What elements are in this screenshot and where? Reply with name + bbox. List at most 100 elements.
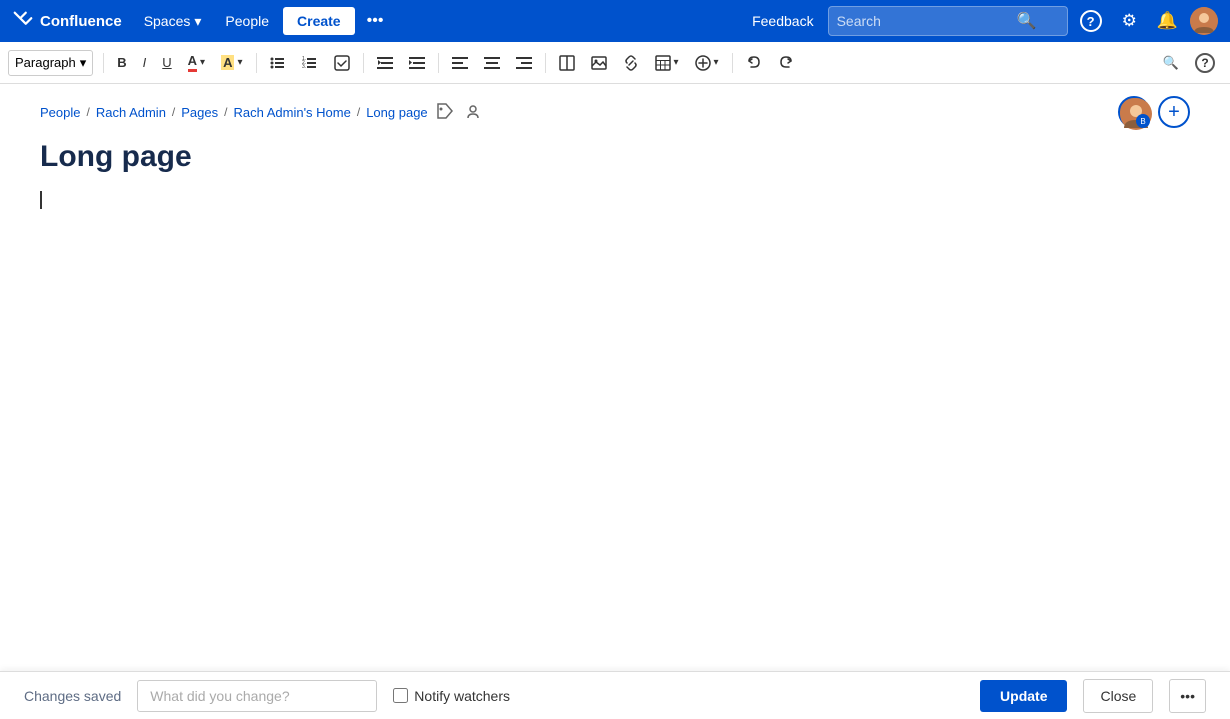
search-icon: 🔍: [1017, 11, 1037, 31]
underline-button[interactable]: U: [155, 50, 178, 75]
text-color-button[interactable]: A ▾: [181, 48, 212, 77]
table-icon: [655, 55, 671, 71]
add-collaborator-button[interactable]: +: [1158, 96, 1190, 128]
breadcrumb-sep-3: /: [224, 105, 227, 119]
svg-text:3.: 3.: [302, 64, 306, 70]
redo-button[interactable]: [771, 50, 801, 76]
editor-toolbar: Paragraph ▾ B I U A ▾ A ▾ 1. 2.: [0, 42, 1230, 84]
breadcrumb-people[interactable]: People: [40, 105, 80, 120]
more-options-button[interactable]: •••: [1169, 679, 1206, 713]
toolbar-divider-2: [256, 53, 257, 73]
numbered-list-icon: 1. 2. 3.: [302, 55, 318, 71]
link-icon: [623, 55, 639, 71]
search-input[interactable]: [837, 13, 1017, 29]
chevron-down-icon: ▾: [200, 57, 205, 68]
search-box[interactable]: 🔍: [828, 6, 1068, 36]
settings-button[interactable]: ⚙: [1114, 5, 1145, 37]
numbered-list-button[interactable]: 1. 2. 3.: [295, 50, 325, 76]
people-nav-btn[interactable]: People: [215, 7, 279, 35]
chevron-down-icon: ▾: [194, 13, 201, 30]
breadcrumb-sep-1: /: [86, 105, 89, 119]
redo-icon: [778, 55, 794, 71]
page-content-area: Long page: [0, 132, 1230, 598]
restrict-icon[interactable]: [462, 100, 484, 125]
spaces-menu[interactable]: Spaces ▾: [134, 7, 212, 36]
search-icon: 🔍: [1163, 55, 1179, 71]
bullet-list-icon: [270, 55, 286, 71]
logo[interactable]: Confluence: [12, 10, 122, 32]
chevron-down-icon: ▾: [674, 57, 679, 68]
toolbar-divider-6: [732, 53, 733, 73]
notifications-button[interactable]: 🔔: [1149, 5, 1186, 37]
breadcrumb-sep-2: /: [172, 105, 175, 119]
help-button[interactable]: ?: [1072, 4, 1110, 38]
logo-text: Confluence: [40, 13, 122, 30]
more-nav-button[interactable]: •••: [359, 6, 392, 36]
user-avatar[interactable]: [1190, 7, 1218, 35]
page-title[interactable]: Long page: [40, 140, 1190, 174]
align-right-button[interactable]: [509, 50, 539, 76]
change-description-input[interactable]: [137, 680, 377, 712]
toolbar-divider-4: [438, 53, 439, 73]
label-icon[interactable]: [434, 100, 456, 125]
task-list-button[interactable]: [327, 50, 357, 76]
align-left-icon: [452, 55, 468, 71]
chevron-down-icon: ▾: [714, 57, 719, 68]
breadcrumb-rach-admin[interactable]: Rach Admin: [96, 105, 166, 120]
indent-button[interactable]: [402, 50, 432, 76]
align-center-button[interactable]: [477, 50, 507, 76]
breadcrumb-pages[interactable]: Pages: [181, 105, 218, 120]
table-button[interactable]: ▾: [648, 50, 686, 76]
help-icon: ?: [1195, 53, 1215, 73]
indent-icon: [409, 55, 425, 71]
align-left-button[interactable]: [445, 50, 475, 76]
toolbar-divider-1: [103, 53, 104, 73]
breadcrumb-bar: People / Rach Admin / Pages / Rach Admin…: [0, 84, 1230, 132]
collaborator-avatar[interactable]: B: [1118, 96, 1150, 128]
toolbar-divider-3: [363, 53, 364, 73]
bold-button[interactable]: B: [110, 50, 133, 75]
align-right-icon: [516, 55, 532, 71]
bottom-bar: Changes saved Notify watchers Update Clo…: [0, 671, 1230, 719]
user-avatar-area[interactable]: B: [1118, 96, 1150, 128]
outdent-button[interactable]: [370, 50, 400, 76]
align-center-icon: [484, 55, 500, 71]
ellipsis-icon: •••: [367, 12, 384, 29]
undo-icon: [746, 55, 762, 71]
breadcrumb-sep-4: /: [357, 105, 360, 119]
italic-button[interactable]: I: [136, 50, 154, 75]
changes-saved-label: Changes saved: [24, 688, 121, 704]
chevron-down-icon: ▾: [80, 55, 87, 71]
image-icon: [591, 55, 607, 71]
undo-button[interactable]: [739, 50, 769, 76]
avatar-badge: B: [1136, 114, 1150, 128]
feedback-button[interactable]: Feedback: [742, 7, 823, 35]
toolbar-search-button[interactable]: 🔍: [1156, 50, 1186, 76]
help-icon: ?: [1080, 10, 1102, 32]
editor-area[interactable]: [40, 190, 1190, 590]
plus-icon: [695, 55, 711, 71]
breadcrumb-right-area: B +: [1118, 96, 1190, 128]
bullet-list-button[interactable]: [263, 50, 293, 76]
breadcrumb-current-page[interactable]: Long page: [366, 105, 427, 120]
highlight-button[interactable]: A ▾: [214, 50, 249, 75]
checkbox-icon: [334, 55, 350, 71]
text-cursor: [40, 191, 42, 209]
paragraph-style-select[interactable]: Paragraph ▾: [8, 50, 93, 76]
create-button[interactable]: Create: [283, 7, 355, 35]
layout-icon: [559, 55, 575, 71]
link-button[interactable]: [616, 50, 646, 76]
image-button[interactable]: [584, 50, 614, 76]
notify-watchers-label[interactable]: Notify watchers: [393, 688, 510, 704]
toolbar-help-button[interactable]: ?: [1188, 48, 1222, 78]
breadcrumb-rach-home[interactable]: Rach Admin's Home: [233, 105, 350, 120]
bell-icon: 🔔: [1157, 11, 1178, 31]
insert-plus-button[interactable]: ▾: [688, 50, 726, 76]
top-navigation: Confluence Spaces ▾ People Create ••• Fe…: [0, 0, 1230, 42]
notify-watchers-checkbox[interactable]: [393, 688, 408, 703]
close-button[interactable]: Close: [1083, 679, 1153, 713]
ellipsis-icon: •••: [1180, 688, 1195, 704]
toolbar-divider-5: [545, 53, 546, 73]
layout-button[interactable]: [552, 50, 582, 76]
update-button[interactable]: Update: [980, 680, 1067, 712]
